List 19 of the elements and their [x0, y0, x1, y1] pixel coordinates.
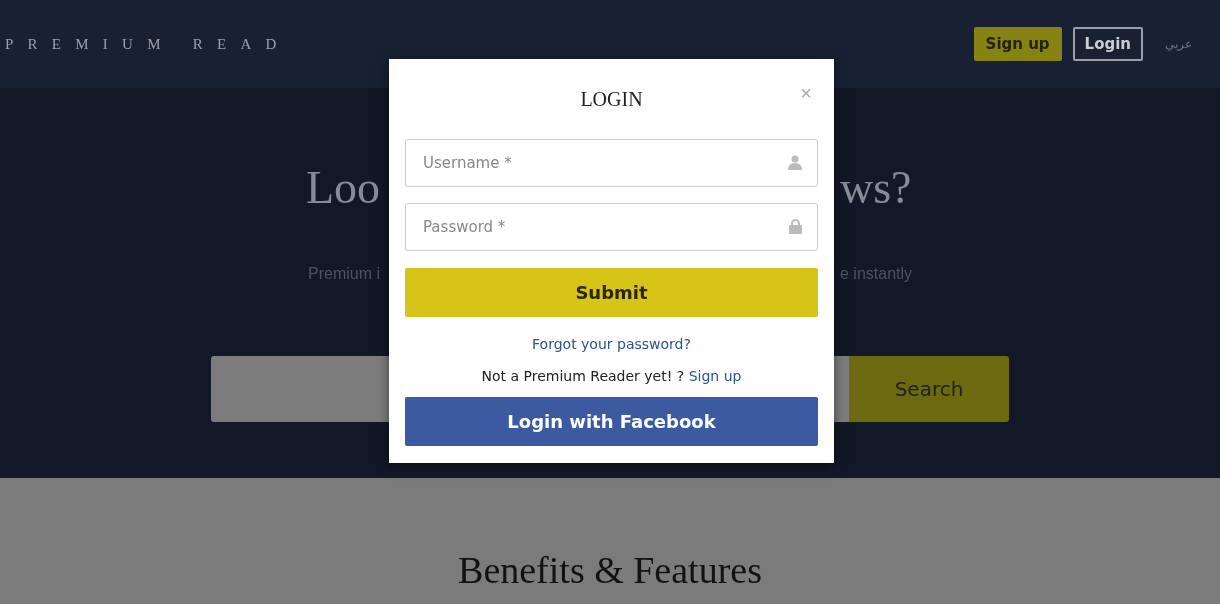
password-field[interactable]: Password *	[405, 203, 818, 251]
user-icon	[788, 155, 802, 170]
facebook-login-button[interactable]: Login with Facebook	[405, 397, 818, 446]
hero-heading: Loo	[304, 161, 380, 215]
site-logo[interactable]: PREMIUM READ	[5, 35, 963, 53]
hero-subtitle: e instantly	[840, 264, 914, 284]
login-button[interactable]: Login	[1072, 27, 1143, 61]
dialog-title: LOGIN	[580, 87, 643, 111]
language-link[interactable]: عربي	[1165, 37, 1192, 51]
submit-button[interactable]: Submit	[405, 268, 818, 317]
hero-heading: ws?	[840, 161, 913, 215]
lock-icon	[789, 219, 802, 234]
hero-subtitle: Premium i	[307, 264, 380, 284]
sign-up-link[interactable]: Sign up	[688, 368, 742, 384]
username-field[interactable]: Username *	[405, 139, 818, 187]
forgot-password-link[interactable]: Forgot your password?	[532, 335, 691, 353]
sign-up-button[interactable]: Sign up	[973, 27, 1062, 61]
section-heading: Benefits & Features	[458, 548, 762, 593]
signup-prompt: Not a Premium Reader yet! ? Sign up	[481, 367, 742, 385]
